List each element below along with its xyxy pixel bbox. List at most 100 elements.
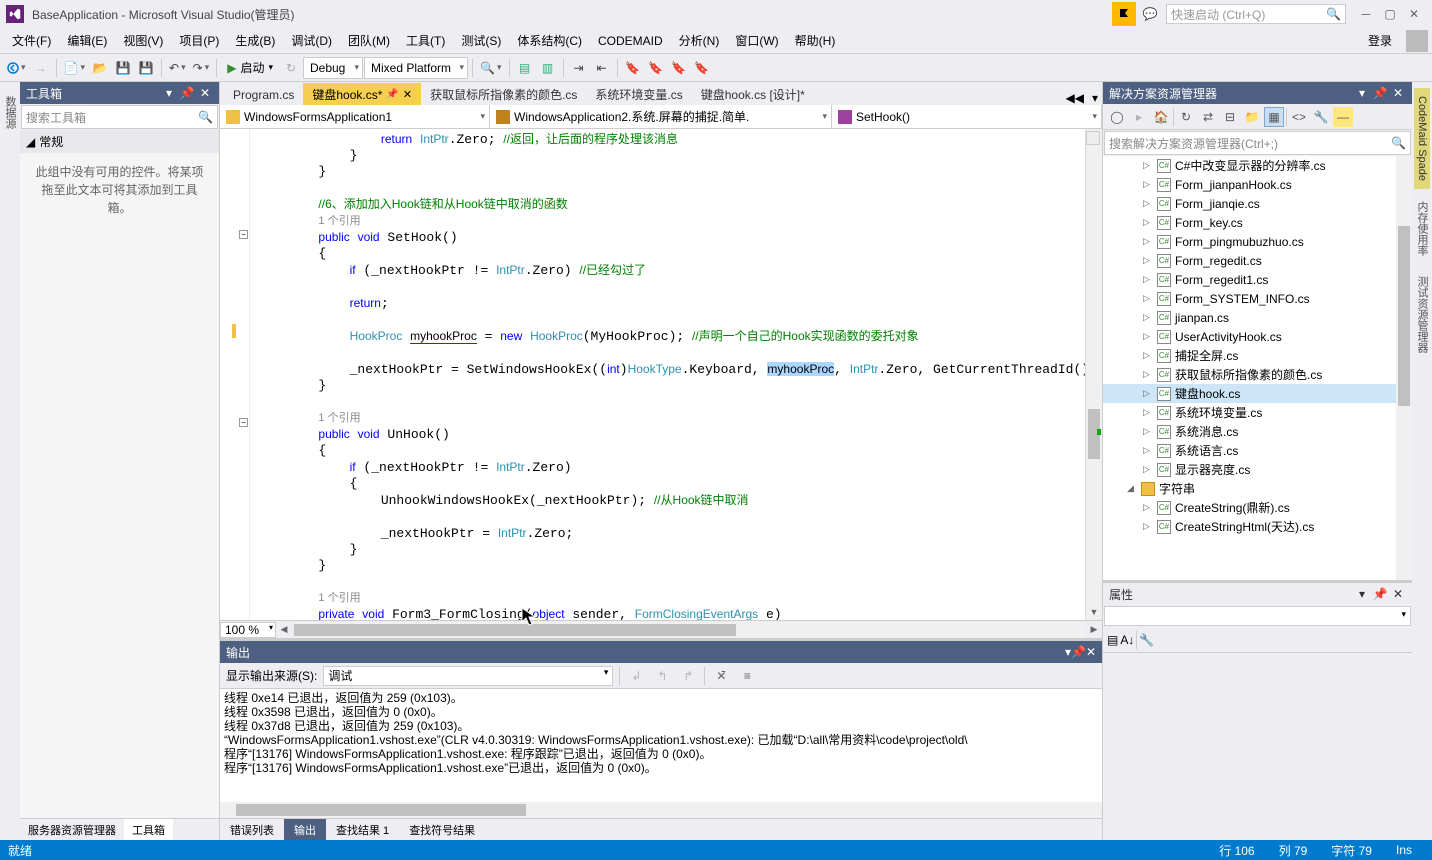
error-list-tab[interactable]: 错误列表 (220, 819, 284, 840)
code-editor[interactable]: − − return IntPtr.Zero; //返回，让后面的程序处理该消息… (220, 129, 1102, 620)
expand-icon[interactable]: ▷ (1143, 521, 1153, 532)
soln-config-button[interactable]: — (1333, 107, 1353, 127)
output-close-icon[interactable]: ✕ (1086, 645, 1096, 659)
soln-preview-button[interactable]: ▦ (1264, 107, 1284, 127)
menu-help[interactable]: 帮助(H) (787, 29, 844, 52)
pin-icon[interactable]: 📌 (386, 89, 398, 100)
fold-icon[interactable]: − (239, 230, 248, 239)
soln-properties-button[interactable]: 🔧 (1311, 107, 1331, 127)
output-find-button[interactable]: ↲ (626, 666, 646, 686)
close-icon[interactable]: ✕ (403, 88, 412, 101)
solution-item[interactable]: ▷C#系统消息.cs (1103, 422, 1412, 441)
solution-item[interactable]: ▷C#获取鼠标所指像素的颜色.cs (1103, 365, 1412, 384)
solution-close-icon[interactable]: ✕ (1390, 85, 1406, 101)
solution-item[interactable]: ▷C#CreateStringHtml(天达).cs (1103, 517, 1412, 536)
code-text[interactable]: return IntPtr.Zero; //返回，让后面的程序处理该消息 } }… (250, 129, 1085, 620)
sign-in-link[interactable]: 登录 (1358, 29, 1402, 52)
hscroll-left-icon[interactable]: ◀ (276, 624, 292, 635)
zoom-combo[interactable]: 100 % (220, 622, 276, 638)
save-button[interactable]: 💾 (112, 57, 134, 79)
codemaid-spade-tab[interactable]: CodeMaid Spade (1414, 88, 1430, 189)
properties-close-icon[interactable]: ✕ (1390, 586, 1406, 602)
nav-member-combo[interactable]: SetHook() (832, 105, 1102, 128)
nav-back-button[interactable] (4, 57, 29, 79)
doc-tab[interactable]: 获取鼠标所指像素的颜色.cs (421, 83, 586, 105)
browser-link-button[interactable]: ↻ (280, 57, 302, 79)
expand-icon[interactable]: ▷ (1143, 502, 1153, 513)
expand-icon[interactable]: ▷ (1143, 407, 1153, 418)
nav-project-combo[interactable]: WindowsFormsApplication1 (220, 105, 490, 128)
menu-file[interactable]: 文件(F) (4, 29, 59, 52)
properties-pin-icon[interactable]: 📌 (1372, 586, 1388, 602)
menu-window[interactable]: 窗口(W) (727, 29, 786, 52)
solution-tree[interactable]: ▷C#C#中改变显示器的分辨率.cs▷C#Form_jianpanHook.cs… (1103, 156, 1412, 580)
close-button[interactable]: ✕ (1402, 2, 1426, 26)
output-pin-icon[interactable]: 📌 (1071, 645, 1086, 659)
solution-item[interactable]: ▷C#Form_jianpanHook.cs (1103, 175, 1412, 194)
menu-build[interactable]: 生成(B) (227, 29, 283, 52)
properties-object-combo[interactable] (1104, 606, 1411, 626)
output-clear-button[interactable]: ✕̄ (711, 666, 731, 686)
prop-categorized-button[interactable]: ▤ (1107, 633, 1118, 647)
solution-search-input[interactable]: 搜索解决方案资源管理器(Ctrl+;)🔍 (1104, 131, 1411, 155)
expand-icon[interactable]: ▷ (1143, 312, 1153, 323)
solution-item[interactable]: ▷C#UserActivityHook.cs (1103, 327, 1412, 346)
expand-icon[interactable]: ▷ (1143, 445, 1153, 456)
outdent-button[interactable]: ⇤ (591, 57, 613, 79)
save-all-button[interactable]: 💾 (135, 57, 157, 79)
nav-forward-button[interactable]: → (30, 57, 52, 79)
doc-tab[interactable]: 系统环境变量.cs (586, 83, 691, 105)
solution-dropdown-icon[interactable]: ▾ (1354, 85, 1370, 101)
menu-edit[interactable]: 编辑(E) (59, 29, 115, 52)
solution-item[interactable]: ▷C#C#中改变显示器的分辨率.cs (1103, 156, 1412, 175)
solution-item[interactable]: ◢字符串 (1103, 479, 1412, 498)
tab-overflow-left-icon[interactable]: ◀◀ (1062, 91, 1088, 105)
solution-item[interactable]: ▷C#Form_jianqie.cs (1103, 194, 1412, 213)
test-explorer-tab[interactable]: 测试资源管理器 (1412, 268, 1432, 361)
solution-item[interactable]: ▷C#系统环境变量.cs (1103, 403, 1412, 422)
soln-home-button[interactable]: 🏠 (1151, 107, 1171, 127)
menu-project[interactable]: 项目(P) (171, 29, 227, 52)
feedback-icon[interactable]: 💬 (1140, 4, 1160, 24)
solution-item[interactable]: ▷C#Form_key.cs (1103, 213, 1412, 232)
prop-pages-button[interactable]: 🔧 (1139, 633, 1154, 647)
output-source-combo[interactable]: 调试 (323, 666, 613, 686)
menu-codemaid[interactable]: CODEMAID (590, 31, 671, 51)
editor-hscrollbar[interactable] (294, 622, 1084, 638)
solution-item[interactable]: ▷C#显示器亮度.cs (1103, 460, 1412, 479)
platform-combo[interactable]: Mixed Platform (364, 57, 468, 79)
toolbox-search-input[interactable]: 搜索工具箱🔍 (21, 105, 218, 129)
toolbox-tab[interactable]: 工具箱 (124, 819, 173, 840)
maximize-button[interactable]: ▢ (1378, 2, 1402, 26)
menu-tools[interactable]: 工具(T) (398, 29, 453, 52)
prop-alpha-button[interactable]: A↓ (1120, 633, 1134, 647)
toolbox-close-icon[interactable]: ✕ (197, 85, 213, 101)
expand-icon[interactable]: ▷ (1143, 369, 1153, 380)
menu-view[interactable]: 视图(V) (115, 29, 171, 52)
notification-flag-icon[interactable] (1112, 2, 1136, 26)
solution-item[interactable]: ▷C#Form_pingmubuzhuo.cs (1103, 232, 1412, 251)
split-icon[interactable] (1086, 131, 1100, 145)
minimize-button[interactable]: ─ (1354, 2, 1378, 26)
bookmark-clear-button[interactable]: 🔖 (691, 57, 713, 79)
soln-collapse-button[interactable]: ⊟ (1220, 107, 1240, 127)
output-prev-button[interactable]: ↰ (652, 666, 672, 686)
find-button[interactable]: 🔍 (477, 57, 504, 79)
datasource-tab[interactable]: 数据源 (0, 88, 20, 137)
output-next-button[interactable]: ↱ (678, 666, 698, 686)
menu-team[interactable]: 团队(M) (340, 29, 398, 52)
expand-icon[interactable]: ▷ (1143, 331, 1153, 342)
hscroll-thumb[interactable] (294, 624, 736, 636)
fold-icon[interactable]: − (239, 418, 248, 427)
bookmark-prev-button[interactable]: 🔖 (645, 57, 667, 79)
solution-item[interactable]: ▷C#Form_regedit1.cs (1103, 270, 1412, 289)
soln-code-button[interactable]: <> (1289, 107, 1309, 127)
output-hscrollbar[interactable] (220, 802, 1102, 818)
output-tab[interactable]: 输出 (284, 819, 326, 840)
solution-item[interactable]: ▷C#键盘hook.cs (1103, 384, 1412, 403)
solution-item[interactable]: ▷C#jianpan.cs (1103, 308, 1412, 327)
user-avatar-icon[interactable] (1406, 30, 1428, 52)
redo-button[interactable]: ↷ (190, 57, 213, 79)
tab-overflow-menu-icon[interactable]: ▾ (1088, 91, 1102, 105)
uncomment-button[interactable]: ▥ (537, 57, 559, 79)
